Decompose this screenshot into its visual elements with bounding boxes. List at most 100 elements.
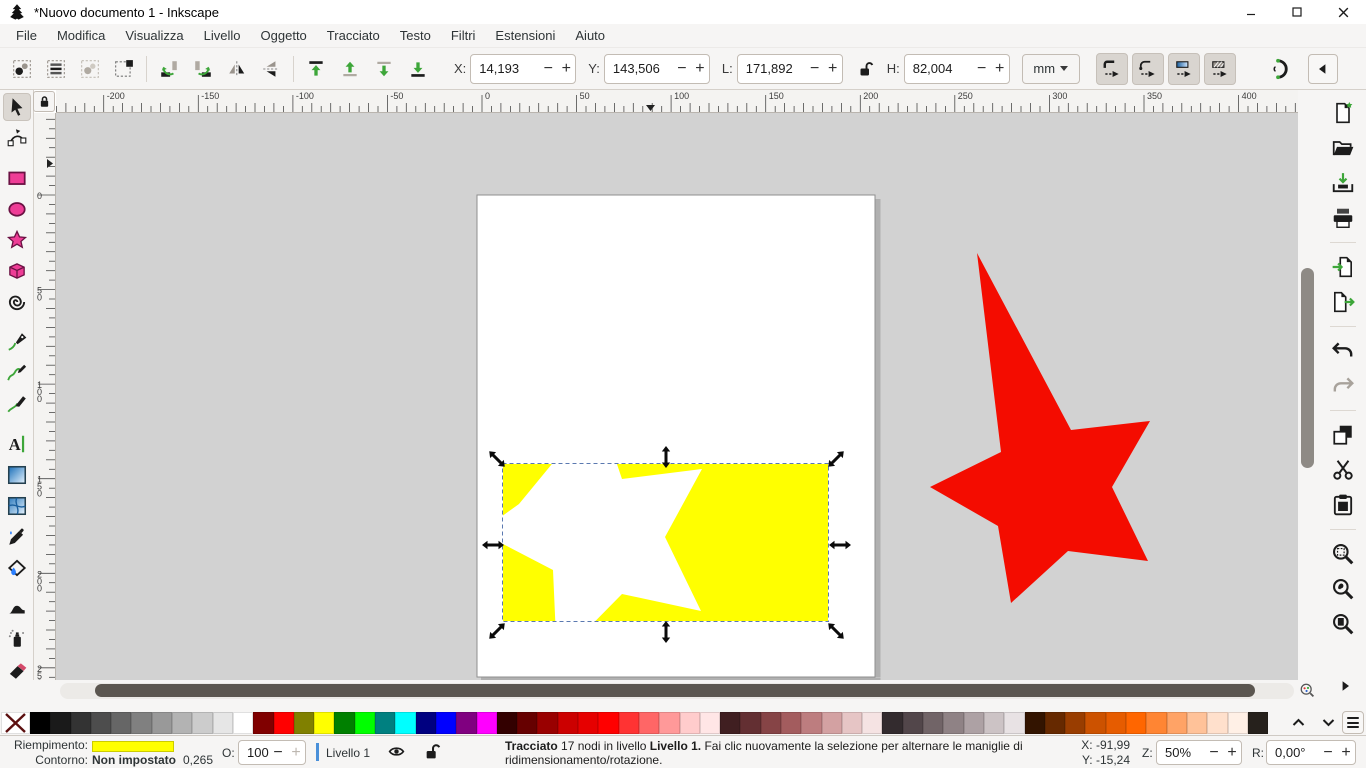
zoom-decrement-button[interactable]: −	[1205, 744, 1223, 762]
open-document-button[interactable]	[1328, 133, 1358, 163]
snapping-toggle[interactable]	[1262, 53, 1294, 85]
height-input[interactable]	[905, 61, 973, 76]
palette-swatch-008080[interactable]	[375, 712, 395, 734]
zoom-page-button[interactable]	[1328, 609, 1358, 639]
red-star-shape[interactable]	[930, 253, 1150, 603]
palette-swatch-4d4d4d[interactable]	[91, 712, 111, 734]
commands-expand-button[interactable]	[1334, 676, 1356, 696]
palette-swatch-e65c00[interactable]	[1106, 712, 1126, 734]
maximize-button[interactable]	[1274, 0, 1320, 24]
palette-swatch-008000[interactable]	[334, 712, 354, 734]
layer-visibility-toggle[interactable]	[388, 743, 406, 761]
tool-selector[interactable]	[3, 93, 31, 121]
palette-swatch-990000[interactable]	[537, 712, 557, 734]
palette-swatch-331400[interactable]	[1025, 712, 1045, 734]
paste-button[interactable]	[1328, 490, 1358, 520]
fill-color-indicator[interactable]	[92, 741, 174, 752]
palette-swatch-ffff00[interactable]	[314, 712, 334, 734]
rotation-decrement-button[interactable]: −	[1319, 744, 1337, 762]
vertical-ruler[interactable]: 050100150200250	[34, 113, 56, 680]
rotate-cw-button[interactable]	[187, 53, 219, 85]
tool-text[interactable]: A	[3, 430, 31, 458]
tool-spiral[interactable]	[3, 288, 31, 316]
menu-file[interactable]: File	[6, 24, 47, 48]
close-button[interactable]	[1320, 0, 1366, 24]
palette-swatch-1a1a1a[interactable]	[50, 712, 70, 734]
palette-swatch-808000[interactable]	[294, 712, 314, 734]
palette-swatch-ff6666[interactable]	[639, 712, 659, 734]
palette-swatch-ff9999[interactable]	[659, 712, 679, 734]
x-input[interactable]	[471, 61, 539, 76]
menu-tracciato[interactable]: Tracciato	[317, 24, 390, 48]
deselect-button[interactable]	[74, 53, 106, 85]
height-increment-button[interactable]: +	[991, 60, 1009, 78]
palette-swatch-332b2e[interactable]	[882, 712, 902, 734]
palette-swatch-808080[interactable]	[131, 712, 151, 734]
rotation-increment-button[interactable]: +	[1337, 744, 1355, 762]
select-all-layers-button[interactable]	[40, 53, 72, 85]
import-document-button[interactable]	[1328, 252, 1358, 282]
stroke-width-value[interactable]: 0,265	[183, 753, 213, 767]
zoom-input[interactable]	[1157, 745, 1205, 760]
unit-dropdown[interactable]: mm	[1022, 54, 1080, 84]
zoom-selection-button[interactable]	[1328, 539, 1358, 569]
palette-swatch-cc5200[interactable]	[1085, 712, 1105, 734]
palette-swatch-800080[interactable]	[456, 712, 476, 734]
horizontal-ruler[interactable]: -200-150-100-50050100150200250300350400	[56, 90, 1298, 113]
height-decrement-button[interactable]: −	[973, 60, 991, 78]
rotation-input[interactable]	[1267, 745, 1319, 760]
tool-mesh-gradient[interactable]	[3, 492, 31, 520]
menu-livello[interactable]: Livello	[194, 24, 251, 48]
current-layer[interactable]: Livello 1	[326, 746, 370, 760]
save-document-button[interactable]	[1328, 168, 1358, 198]
snap-bar-collapse-button[interactable]	[1308, 54, 1338, 84]
tool-ellipse[interactable]	[3, 195, 31, 223]
raise-to-top-button[interactable]	[300, 53, 332, 85]
palette-swatch-00ffff[interactable]	[395, 712, 415, 734]
palette-swatch-none[interactable]	[1, 712, 30, 734]
palette-swatch-999999[interactable]	[152, 712, 172, 734]
palette-swatch-f5e3e3[interactable]	[862, 712, 882, 734]
palette-swatch-a35c5e[interactable]	[781, 712, 801, 734]
color-management-toggle[interactable]	[1297, 681, 1319, 701]
palette-swatch-ff0000[interactable]	[274, 712, 294, 734]
canvas[interactable]	[56, 113, 1298, 680]
lower-to-bottom-button[interactable]	[402, 53, 434, 85]
lower-button[interactable]	[368, 53, 400, 85]
palette-swatch-ada1a4[interactable]	[964, 712, 984, 734]
tool-star[interactable]	[3, 226, 31, 254]
zoom-drawing-button[interactable]	[1328, 574, 1358, 604]
palette-swatch-8f8285[interactable]	[943, 712, 963, 734]
menu-estensioni[interactable]: Estensioni	[485, 24, 565, 48]
tool-dropper[interactable]	[3, 523, 31, 551]
menu-modifica[interactable]: Modifica	[47, 24, 115, 48]
tool-paint-bucket[interactable]	[3, 554, 31, 582]
palette-swatch-000000[interactable]	[30, 712, 50, 734]
new-document-button[interactable]	[1328, 98, 1358, 128]
tool-box-3d[interactable]	[3, 257, 31, 285]
palette-swatch-ffcccc[interactable]	[680, 712, 700, 734]
palette-swatch-662900[interactable]	[1045, 712, 1065, 734]
palette-swatch-e6c5c5[interactable]	[842, 712, 862, 734]
y-increment-button[interactable]: +	[691, 60, 709, 78]
tool-node-editor[interactable]	[3, 124, 31, 152]
opacity-decrement-button[interactable]: −	[269, 744, 287, 762]
y-decrement-button[interactable]: −	[673, 60, 691, 78]
menu-testo[interactable]: Testo	[390, 24, 441, 48]
palette-swatch-fff0e6[interactable]	[1228, 712, 1248, 734]
select-all-button[interactable]	[6, 53, 38, 85]
y-input[interactable]	[605, 61, 673, 76]
palette-swatch-ff0000[interactable]	[598, 712, 618, 734]
flip-horizontal-button[interactable]	[221, 53, 253, 85]
lock-ratio-toggle[interactable]	[853, 53, 879, 85]
rotate-ccw-button[interactable]	[153, 53, 185, 85]
x-decrement-button[interactable]: −	[539, 60, 557, 78]
palette-swatch-660000[interactable]	[517, 712, 537, 734]
tool-tweak[interactable]	[3, 594, 31, 622]
palette-scroll-up-button[interactable]	[1284, 711, 1312, 734]
palette-swatch-864446[interactable]	[761, 712, 781, 734]
menu-visualizza[interactable]: Visualizza	[115, 24, 193, 48]
tool-calligraphy[interactable]	[3, 390, 31, 418]
stroke-value[interactable]: Non impostato	[92, 753, 176, 767]
width-decrement-button[interactable]: −	[806, 60, 824, 78]
